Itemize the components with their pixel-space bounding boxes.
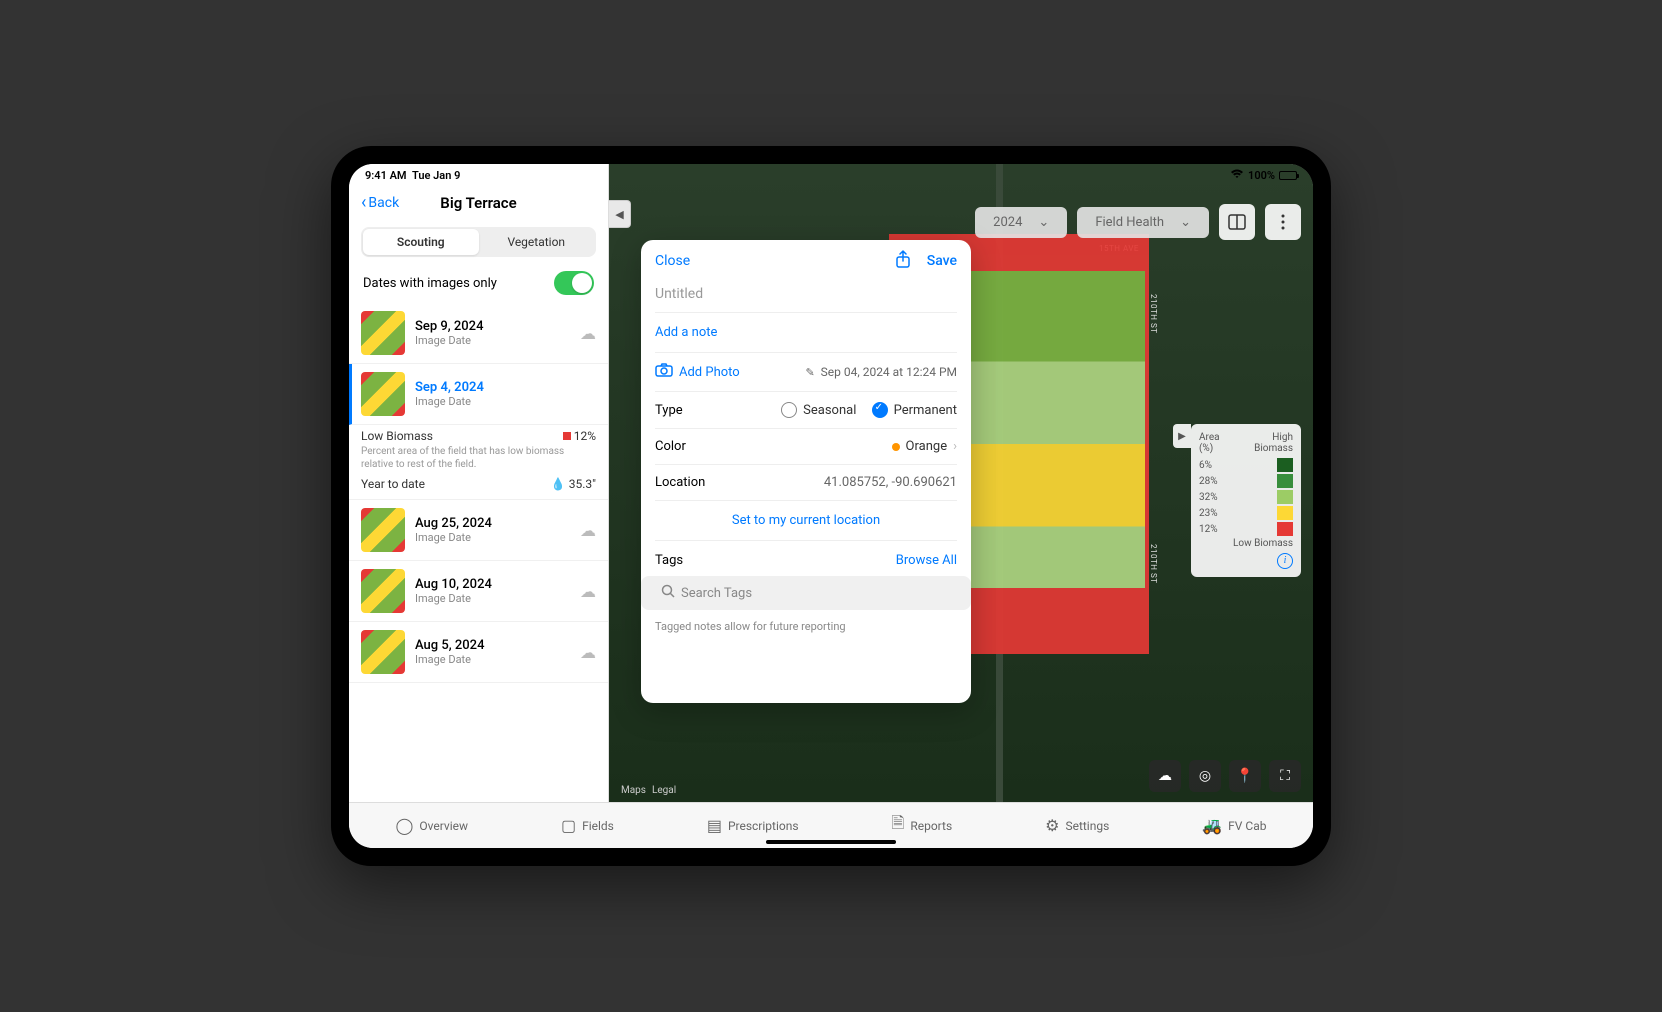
reports-icon: 🗎 — [891, 812, 904, 839]
road-label: 210TH ST — [1149, 544, 1158, 583]
locate-button[interactable]: ◎ — [1189, 760, 1221, 792]
add-photo-button[interactable]: Add Photo — [679, 365, 740, 380]
cloud-download-icon[interactable]: ☁ — [580, 643, 596, 662]
split-view-button[interactable] — [1219, 204, 1255, 240]
back-button[interactable]: ‹ Back — [361, 192, 399, 213]
date-item-selected[interactable]: Sep 4, 2024 Image Date — [349, 364, 608, 425]
info-icon[interactable]: i — [1277, 553, 1293, 569]
date-item[interactable]: Aug 25, 2024 Image Date ☁ — [349, 500, 608, 561]
status-bar: 9:41 AM Tue Jan 9 100% — [349, 164, 1313, 186]
share-icon[interactable] — [895, 250, 911, 272]
color-row[interactable]: Color Orange › — [655, 429, 957, 465]
field-thumbnail — [361, 630, 405, 674]
weather-button[interactable]: ☁ — [1149, 760, 1181, 792]
field-thumbnail — [361, 569, 405, 613]
permanent-radio[interactable] — [872, 402, 888, 418]
battery-icon — [1279, 171, 1297, 180]
images-only-toggle[interactable] — [554, 271, 594, 295]
search-tags-input[interactable]: Search Tags — [641, 576, 971, 610]
close-button[interactable]: Close — [655, 253, 690, 269]
more-menu-button[interactable] — [1265, 204, 1301, 240]
legend-collapse-button[interactable]: ▶ — [1173, 424, 1191, 448]
layer-selector[interactable]: Field Health ⌄ — [1077, 207, 1209, 238]
chevron-down-icon: ⌄ — [1180, 215, 1191, 230]
date-item[interactable]: Aug 10, 2024 Image Date ☁ — [349, 561, 608, 622]
chevron-right-icon: › — [953, 439, 957, 454]
biomass-legend: ▶ Area (%) High Biomass 6% 28% 32% 23% 1… — [1191, 424, 1301, 577]
tab-reports[interactable]: 🗎Reports — [891, 812, 952, 839]
set-current-location-button[interactable]: Set to my current location — [655, 501, 957, 541]
fields-icon: ▢ — [561, 816, 576, 835]
home-indicator — [766, 840, 896, 844]
field-thumbnail — [361, 372, 405, 416]
search-icon — [661, 584, 675, 602]
overview-icon: ◯ — [395, 816, 413, 835]
panel-tabs: Scouting Vegetation — [361, 227, 596, 257]
tab-prescriptions[interactable]: ▤Prescriptions — [707, 816, 799, 835]
chevron-down-icon: ⌄ — [1038, 215, 1049, 230]
date-item[interactable]: Sep 9, 2024 Image Date ☁ — [349, 303, 608, 364]
tab-fields[interactable]: ▢Fields — [561, 816, 614, 835]
cloud-download-icon[interactable]: ☁ — [580, 521, 596, 540]
pin-button[interactable]: 📍 — [1229, 760, 1261, 792]
collapse-panel-button[interactable]: ◀ — [609, 200, 631, 228]
panel-title: Big Terrace — [440, 194, 516, 212]
field-thumbnail — [361, 311, 405, 355]
save-button[interactable]: Save — [927, 253, 957, 269]
tab-settings[interactable]: ⚙Settings — [1045, 816, 1109, 835]
tab-fvcab[interactable]: 🚜FV Cab — [1202, 816, 1266, 835]
wifi-icon — [1230, 169, 1244, 182]
water-drop-icon: 💧 — [551, 477, 566, 491]
maps-attribution: Maps Legal — [615, 785, 676, 796]
field-thumbnail — [361, 508, 405, 552]
cloud-icon: ☁ — [580, 324, 596, 343]
tab-vegetation[interactable]: Vegetation — [479, 229, 595, 255]
location-value: 41.085752, -90.690621 — [824, 475, 957, 490]
cloud-download-icon[interactable]: ☁ — [580, 582, 596, 601]
pin-editor-popover: Close Save Untitled Add a note — [641, 240, 971, 703]
browse-tags-button[interactable]: Browse All — [896, 553, 957, 568]
toggle-label: Dates with images only — [363, 276, 497, 291]
camera-icon[interactable] — [655, 363, 673, 381]
chevron-left-icon: ‹ — [361, 192, 366, 213]
date-list[interactable]: Sep 9, 2024 Image Date ☁ Sep 4, 2024 Ima… — [349, 303, 608, 802]
fullscreen-button[interactable]: ⛶ — [1269, 760, 1301, 792]
pencil-icon: ✎ — [805, 366, 814, 379]
road-label: 210TH ST — [1149, 294, 1158, 333]
color-swatch — [892, 443, 900, 451]
tab-scouting[interactable]: Scouting — [363, 229, 479, 255]
date-item[interactable]: Aug 5, 2024 Image Date ☁ — [349, 622, 608, 683]
biomass-summary: Low Biomass 12% Percent area of the fiel… — [349, 425, 608, 500]
add-note-button[interactable]: Add a note — [655, 313, 957, 353]
gear-icon: ⚙ — [1045, 816, 1059, 835]
field-panel: ‹ Back Big Terrace Scouting Vegetation D… — [349, 164, 609, 802]
tag-hint: Tagged notes allow for future reporting — [655, 610, 957, 693]
seasonal-radio[interactable] — [781, 402, 797, 418]
tab-overview[interactable]: ◯Overview — [395, 816, 468, 835]
pin-title-input[interactable]: Untitled — [655, 282, 957, 313]
year-selector[interactable]: 2024 ⌄ — [975, 207, 1067, 238]
prescriptions-icon: ▤ — [707, 816, 722, 835]
tractor-icon: 🚜 — [1202, 816, 1222, 835]
